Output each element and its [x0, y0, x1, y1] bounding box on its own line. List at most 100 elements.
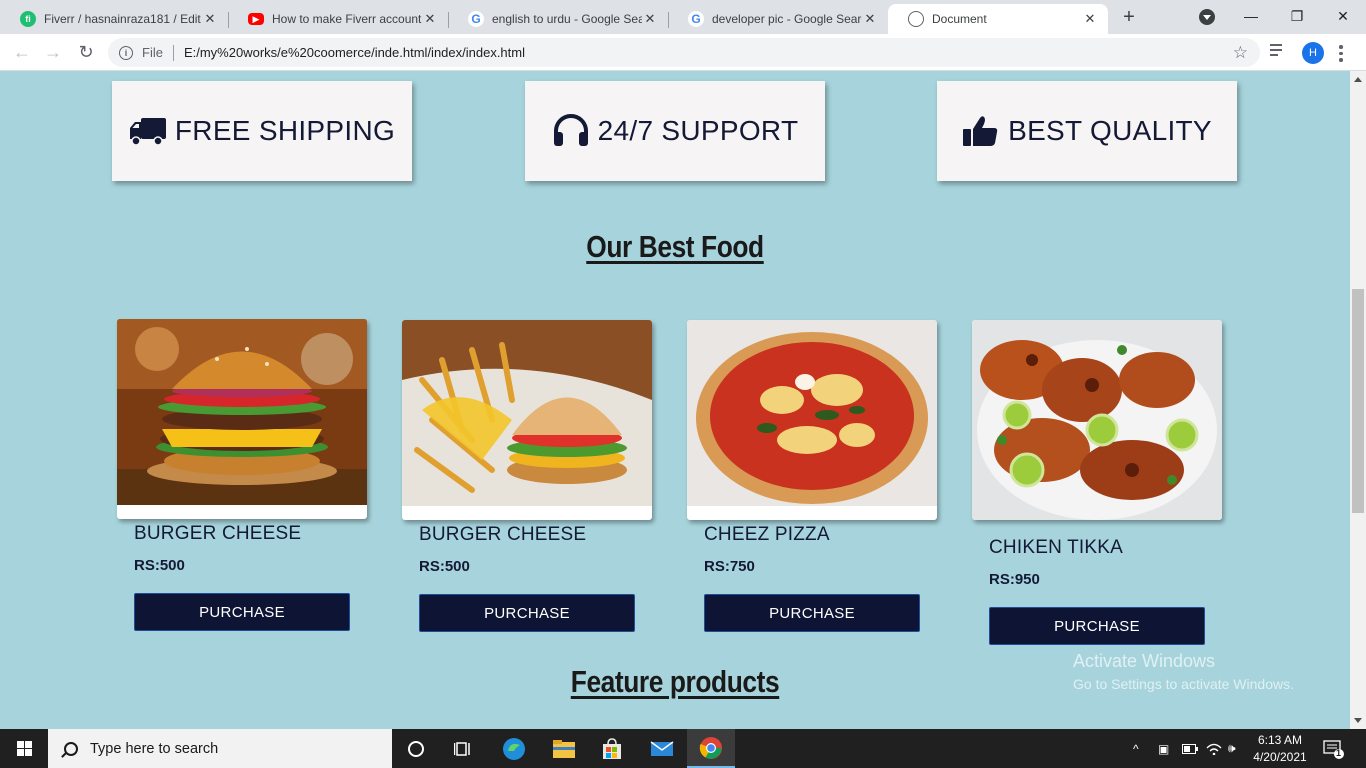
start-button[interactable] — [0, 729, 48, 768]
product-price: RS:750 — [704, 558, 755, 575]
minimize-button[interactable]: — — [1228, 0, 1274, 32]
browser-menu-icon[interactable] — [1339, 45, 1343, 65]
media-list-icon[interactable] — [1270, 44, 1288, 60]
close-tab-icon[interactable]: ✕ — [202, 11, 218, 27]
purchase-button[interactable]: PURCHASE — [134, 593, 350, 631]
forward-button[interactable]: → — [41, 41, 65, 65]
taskbar-search-box[interactable]: Type here to search — [48, 729, 392, 768]
scroll-up-arrow-icon[interactable] — [1354, 77, 1362, 82]
volume-icon[interactable]: 🕪 — [1228, 729, 1236, 768]
purchase-button[interactable]: PURCHASE — [704, 594, 920, 632]
youtube-icon: ▶ — [248, 13, 264, 25]
google-icon: G — [468, 11, 484, 27]
tab-search-icon[interactable] — [1199, 9, 1215, 25]
mail-icon — [650, 740, 674, 756]
product-image-chicken-tikka — [972, 320, 1222, 520]
taskbar-file-explorer[interactable] — [540, 729, 588, 768]
close-tab-icon[interactable]: ✕ — [862, 11, 878, 27]
close-tab-icon[interactable]: ✕ — [422, 11, 438, 27]
back-button[interactable]: ← — [10, 41, 34, 65]
tab-fiverr[interactable]: fi Fiverr / hasnainraza181 / Edit ✕ — [0, 4, 228, 34]
search-icon — [64, 741, 78, 756]
cortana-circle-icon — [408, 740, 424, 757]
taskbar-chrome[interactable] — [687, 729, 735, 768]
scroll-thumb[interactable] — [1352, 289, 1364, 513]
clock-time: 6:13 AM — [1257, 733, 1303, 747]
cortana-button[interactable] — [392, 729, 440, 768]
purchase-button[interactable]: PURCHASE — [419, 594, 635, 632]
battery-shape — [1182, 743, 1198, 754]
activate-windows-subtitle: Go to Settings to activate Windows. — [1073, 676, 1294, 692]
browser-toolbar: ← → ↻ i File E:/my%20works/e%20coomerce/… — [0, 34, 1366, 71]
bookmark-star-icon[interactable]: ☆ — [1233, 43, 1248, 63]
close-window-button[interactable]: ✕ — [1320, 0, 1366, 32]
tab-google-english-urdu[interactable]: G english to urdu - Google Sear ✕ — [448, 4, 668, 34]
show-hidden-icons-button[interactable]: ^ — [1133, 729, 1139, 768]
folder-icon — [553, 739, 575, 758]
notification-count: 1 — [1336, 748, 1342, 758]
fiverr-icon: fi — [20, 11, 36, 27]
new-tab-button[interactable]: + — [1118, 6, 1140, 28]
notification-icon — [1323, 739, 1344, 759]
wifi-icon[interactable] — [1206, 729, 1222, 768]
battery-icon[interactable] — [1182, 729, 1198, 768]
task-view-icon — [454, 741, 470, 756]
tab-strip: fi Fiverr / hasnainraza181 / Edit ✕ ▶ Ho… — [0, 0, 1366, 34]
product-image-pizza — [687, 320, 937, 520]
feature-label: BEST QUALITY — [1008, 115, 1212, 146]
chicken-tikka-image — [972, 320, 1222, 520]
taskbar-mail[interactable] — [638, 729, 686, 768]
info-icon[interactable]: i — [119, 45, 133, 60]
close-tab-icon[interactable]: ✕ — [642, 11, 658, 27]
notification-center-button[interactable]: 1 — [1323, 729, 1345, 768]
close-tab-icon[interactable]: ✕ — [1082, 11, 1098, 27]
product-name: CHIKEN TIKKA — [989, 537, 1124, 558]
product-name: BURGER CHEESE — [134, 523, 302, 544]
burger-image — [117, 319, 367, 505]
thumbs-up-icon — [963, 116, 998, 146]
headset-icon — [553, 114, 588, 146]
url-text[interactable]: E:/my%20works/e%20coomerce/inde.html/ind… — [184, 45, 525, 60]
taskbar-clock[interactable]: 6:13 AM 4/20/2021 — [1247, 732, 1313, 766]
purchase-button[interactable]: PURCHASE — [989, 607, 1205, 645]
google-icon: G — [688, 11, 704, 27]
wifi-shape — [1206, 743, 1222, 755]
taskbar-store[interactable] — [588, 729, 636, 768]
page-scrollbar[interactable] — [1350, 71, 1366, 729]
profile-avatar[interactable]: H — [1302, 42, 1324, 64]
globe-icon — [908, 11, 924, 27]
burger-fries-image — [402, 320, 652, 506]
tab-google-developer-pic[interactable]: G developer pic - Google Searc ✕ — [668, 4, 888, 34]
tab-document[interactable]: Document ✕ — [888, 4, 1108, 34]
activate-windows-title: Activate Windows — [1073, 651, 1216, 671]
truck-icon — [129, 118, 166, 146]
product-name: CHEEZ PIZZA — [704, 524, 830, 545]
product-price: RS:500 — [419, 558, 470, 575]
product-price: RS:500 — [134, 557, 185, 574]
feature-support: 24/7 SUPPORT — [525, 81, 825, 181]
windows-logo-icon — [16, 741, 32, 756]
page-content: FREE SHIPPING 24/7 SUPPORT BEST QUALITY … — [0, 71, 1350, 729]
feature-free-shipping: FREE SHIPPING — [112, 81, 412, 181]
windows-taskbar: Type here to search ^ ▣ 🕪 6:13 AM 4/20/2… — [0, 729, 1366, 768]
product-image-burger — [117, 319, 367, 519]
feature-label: FREE SHIPPING — [174, 115, 396, 146]
search-placeholder: Type here to search — [90, 740, 219, 757]
product-image-burger-fries — [402, 320, 652, 520]
reload-button[interactable]: ↻ — [74, 41, 98, 65]
clock-date: 4/20/2021 — [1253, 750, 1307, 764]
product-name: BURGER CHEESE — [419, 524, 587, 545]
pizza-image — [687, 320, 937, 506]
chrome-icon — [699, 736, 722, 759]
address-bar[interactable]: i File E:/my%20works/e%20coomerce/inde.h… — [108, 38, 1260, 67]
scroll-down-arrow-icon[interactable] — [1354, 718, 1362, 723]
meet-now-icon[interactable]: ▣ — [1158, 729, 1169, 768]
task-view-button[interactable] — [440, 729, 488, 768]
taskbar-edge[interactable] — [490, 729, 538, 768]
edge-icon — [503, 737, 525, 760]
scheme-label: File — [142, 45, 163, 60]
product-price: RS:950 — [989, 571, 1040, 588]
tab-youtube[interactable]: ▶ How to make Fiverr account 2 ✕ — [228, 4, 448, 34]
feature-label: 24/7 SUPPORT — [597, 115, 799, 146]
restore-button[interactable]: ❐ — [1274, 0, 1320, 32]
